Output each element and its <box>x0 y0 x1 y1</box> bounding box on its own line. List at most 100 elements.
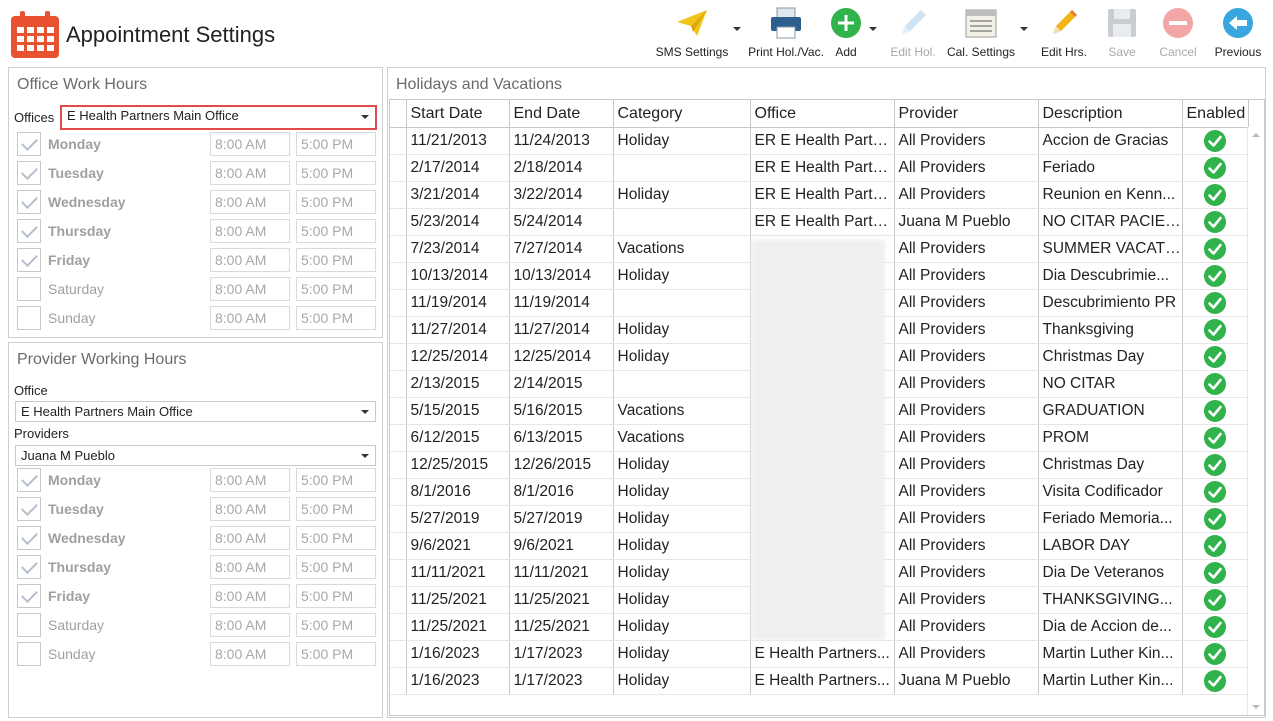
day-checkbox-wednesday[interactable] <box>17 190 41 214</box>
start-time-field[interactable]: 8:00 AM <box>210 642 290 666</box>
end-time-field[interactable]: 5:00 PM <box>296 306 376 330</box>
enabled-cell[interactable] <box>1182 505 1249 533</box>
end-time-field[interactable]: 5:00 PM <box>296 642 376 666</box>
enabled-cell[interactable] <box>1182 316 1249 344</box>
enabled-cell[interactable] <box>1182 451 1249 479</box>
enabled-cell[interactable] <box>1182 640 1249 668</box>
scroll-down-icon[interactable] <box>1252 705 1260 709</box>
start-time-field[interactable]: 8:00 AM <box>210 161 290 185</box>
day-checkbox-saturday[interactable] <box>17 613 41 637</box>
save-button[interactable]: Save <box>1102 6 1142 64</box>
table-row[interactable]: 3/21/2014 3/22/2014 Holiday ER E Health Par… <box>390 181 1249 209</box>
enabled-cell[interactable] <box>1182 262 1249 290</box>
end-time-field[interactable]: 5:00 PM <box>296 161 376 185</box>
table-row[interactable]: 5/23/2014 5/24/2014 ER E Health Partn... Ju… <box>390 208 1249 236</box>
start-time-field[interactable]: 8:00 AM <box>210 468 290 492</box>
column-header-office[interactable]: Office <box>749 100 895 128</box>
row-selector[interactable] <box>390 316 407 344</box>
end-time-field[interactable]: 5:00 PM <box>296 497 376 521</box>
start-time-field[interactable]: 8:00 AM <box>210 584 290 608</box>
start-time-field[interactable]: 8:00 AM <box>210 526 290 550</box>
row-selector[interactable] <box>390 127 407 155</box>
start-time-field[interactable]: 8:00 AM <box>210 497 290 521</box>
previous-button[interactable]: Previous <box>1212 6 1264 64</box>
start-time-field[interactable]: 8:00 AM <box>210 613 290 637</box>
start-time-field[interactable]: 8:00 AM <box>210 190 290 214</box>
provider-office-select[interactable]: E Health Partners Main Office <box>15 401 376 422</box>
row-selector[interactable] <box>390 667 407 695</box>
end-time-field[interactable]: 5:00 PM <box>296 555 376 579</box>
row-selector[interactable] <box>390 559 407 587</box>
enabled-cell[interactable] <box>1182 397 1249 425</box>
enabled-cell[interactable] <box>1182 424 1249 452</box>
end-time-field[interactable]: 5:00 PM <box>296 132 376 156</box>
day-checkbox-wednesday[interactable] <box>17 526 41 550</box>
row-selector[interactable] <box>390 640 407 668</box>
enabled-cell[interactable] <box>1182 370 1249 398</box>
row-selector[interactable] <box>390 343 407 371</box>
day-checkbox-monday[interactable] <box>17 132 41 156</box>
end-time-field[interactable]: 5:00 PM <box>296 584 376 608</box>
enabled-cell[interactable] <box>1182 667 1249 695</box>
day-checkbox-sunday[interactable] <box>17 642 41 666</box>
end-time-field[interactable]: 5:00 PM <box>296 219 376 243</box>
enabled-cell[interactable] <box>1182 127 1249 155</box>
day-checkbox-thursday[interactable] <box>17 555 41 579</box>
row-selector[interactable] <box>390 154 407 182</box>
start-time-field[interactable]: 8:00 AM <box>210 219 290 243</box>
end-time-field[interactable]: 5:00 PM <box>296 526 376 550</box>
edit-hours-button[interactable]: Edit Hrs. <box>1038 6 1090 64</box>
table-row[interactable]: 2/17/2014 2/18/2014 ER E Health Partn... Al… <box>390 154 1249 182</box>
edit-holiday-button[interactable]: Edit Hol. <box>888 6 938 64</box>
row-selector[interactable] <box>390 451 407 479</box>
day-checkbox-saturday[interactable] <box>17 277 41 301</box>
enabled-cell[interactable] <box>1182 532 1249 560</box>
start-time-field[interactable]: 8:00 AM <box>210 277 290 301</box>
row-selector[interactable] <box>390 181 407 209</box>
start-time-field[interactable]: 8:00 AM <box>210 555 290 579</box>
sms-settings-dropdown-icon[interactable] <box>733 27 741 31</box>
enabled-cell[interactable] <box>1182 478 1249 506</box>
row-selector[interactable] <box>390 613 407 641</box>
table-row[interactable]: 11/21/2013 11/24/2013 Holiday ER E Health P… <box>390 127 1249 155</box>
end-time-field[interactable]: 5:00 PM <box>296 190 376 214</box>
day-checkbox-sunday[interactable] <box>17 306 41 330</box>
day-checkbox-tuesday[interactable] <box>17 497 41 521</box>
sms-settings-button[interactable]: SMS Settings <box>654 6 730 64</box>
enabled-cell[interactable] <box>1182 559 1249 587</box>
end-time-field[interactable]: 5:00 PM <box>296 468 376 492</box>
row-selector[interactable] <box>390 262 407 290</box>
start-time-field[interactable]: 8:00 AM <box>210 306 290 330</box>
end-time-field[interactable]: 5:00 PM <box>296 613 376 637</box>
row-selector[interactable] <box>390 586 407 614</box>
enabled-cell[interactable] <box>1182 289 1249 317</box>
row-selector[interactable] <box>390 208 407 236</box>
day-checkbox-friday[interactable] <box>17 248 41 272</box>
column-header-end-date[interactable]: End Date <box>508 100 614 128</box>
offices-select[interactable]: E Health Partners Main Office <box>60 105 377 130</box>
start-time-field[interactable]: 8:00 AM <box>210 132 290 156</box>
table-row[interactable]: 1/16/2023 1/17/2023 Holiday E Health Partne… <box>390 667 1249 695</box>
print-holidays-button[interactable]: Print Hol./Vac. <box>746 6 826 64</box>
enabled-cell[interactable] <box>1182 613 1249 641</box>
column-header-start-date[interactable]: Start Date <box>405 100 510 128</box>
row-selector[interactable] <box>390 235 407 263</box>
enabled-cell[interactable] <box>1182 208 1249 236</box>
row-selector[interactable] <box>390 424 407 452</box>
row-selector[interactable] <box>390 397 407 425</box>
column-header-provider[interactable]: Provider <box>893 100 1039 128</box>
enabled-cell[interactable] <box>1182 235 1249 263</box>
day-checkbox-thursday[interactable] <box>17 219 41 243</box>
day-checkbox-monday[interactable] <box>17 468 41 492</box>
column-header-category[interactable]: Category <box>612 100 751 128</box>
day-checkbox-friday[interactable] <box>17 584 41 608</box>
table-row[interactable]: 1/16/2023 1/17/2023 Holiday E Health Partne… <box>390 640 1249 668</box>
row-selector[interactable] <box>390 532 407 560</box>
add-dropdown-icon[interactable] <box>869 27 877 31</box>
enabled-cell[interactable] <box>1182 181 1249 209</box>
scroll-up-icon[interactable] <box>1252 133 1260 137</box>
providers-select[interactable]: Juana M Pueblo <box>15 445 376 466</box>
enabled-cell[interactable] <box>1182 154 1249 182</box>
end-time-field[interactable]: 5:00 PM <box>296 248 376 272</box>
calendar-settings-dropdown-icon[interactable] <box>1020 27 1028 31</box>
